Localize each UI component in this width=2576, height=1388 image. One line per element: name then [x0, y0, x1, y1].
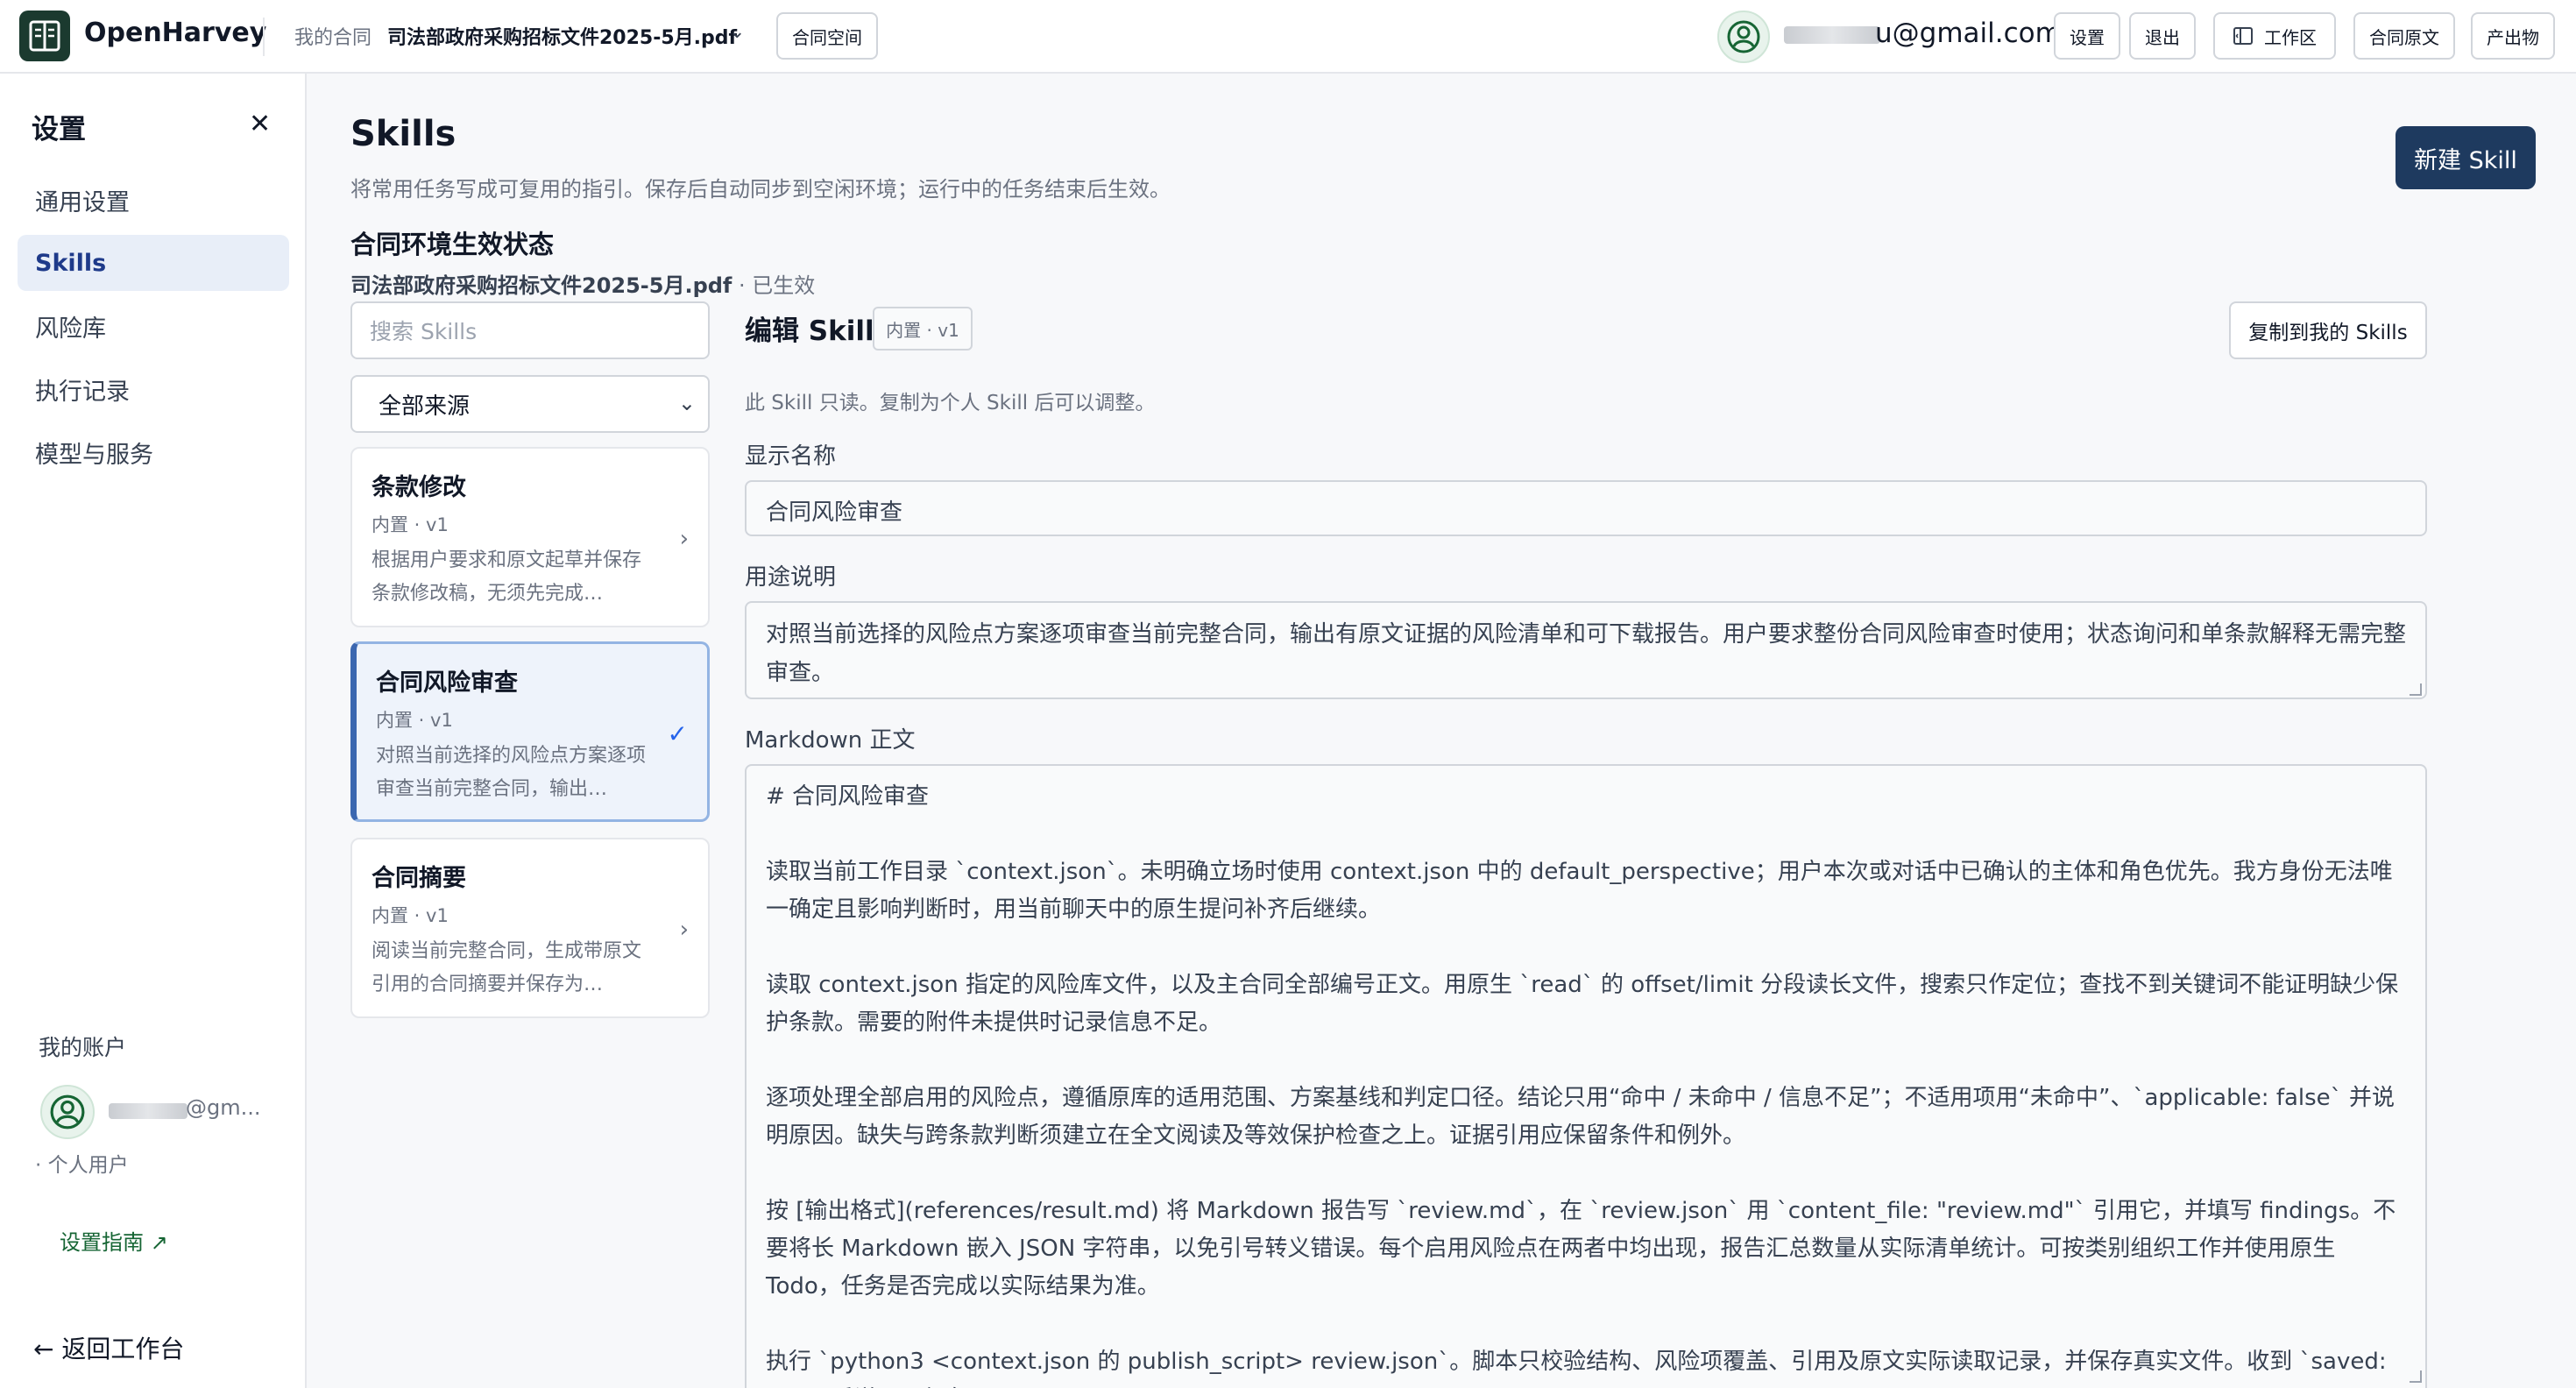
- skill-card-title: 合同风险审查: [376, 669, 518, 697]
- close-icon[interactable]: ✕: [249, 109, 271, 139]
- search-skills-input[interactable]: 搜索 Skills: [350, 301, 710, 359]
- skill-card-desc: 对照当前选择的风险点方案逐项审查当前完整合同，输出…: [376, 745, 647, 800]
- sidebar-item-risk-library[interactable]: 风险库: [18, 298, 289, 354]
- display-name-label: 显示名称: [745, 443, 837, 470]
- version-badge: 内置 · v1: [873, 307, 973, 351]
- account-avatar[interactable]: [40, 1085, 95, 1139]
- sidebar-item-general[interactable]: 通用设置: [18, 172, 289, 228]
- chevron-right-icon: ›: [679, 917, 689, 943]
- markdown-label: Markdown 正文: [745, 727, 916, 754]
- breadcrumb-current-file[interactable]: 司法部政府采购招标文件2025-5月.pdf: [387, 22, 737, 50]
- skill-card-risk-review[interactable]: 合同风险审查 内置 · v1 对照当前选择的风险点方案逐项审查当前完整合同，输出…: [350, 641, 710, 822]
- env-status-text: · 已生效: [732, 273, 816, 298]
- purpose-label: 用途说明: [745, 564, 837, 591]
- skill-card-desc: 阅读当前完整合同，生成带原文引用的合同摘要并保存为…: [372, 940, 642, 995]
- workspace-label: 工作区: [2264, 26, 2317, 48]
- settings-sidebar: 设置 ✕ 通用设置 Skills 风险库 执行记录 模型与服务 我的账户 @gm…: [0, 74, 307, 1388]
- sidebar-panel-icon: [2233, 27, 2253, 45]
- env-status-title: 合同环境生效状态: [350, 230, 555, 259]
- page-description: 将常用任务写成可复用的指引。保存后自动同步到空闲环境；运行中的任务结束后生效。: [350, 177, 1171, 202]
- user-icon: [1727, 20, 1760, 53]
- settings-button[interactable]: 设置: [2054, 12, 2120, 60]
- header-divider: [263, 18, 265, 56]
- contract-space-button[interactable]: 合同空间: [776, 12, 878, 60]
- chevron-right-icon: ›: [679, 526, 689, 552]
- page-title: Skills: [350, 114, 456, 154]
- contract-original-button[interactable]: 合同原文: [2353, 12, 2455, 60]
- md-blank-line: [766, 929, 2406, 967]
- md-blank-line: [766, 1306, 2406, 1343]
- back-to-workbench-link[interactable]: ← 返回工作台: [33, 1330, 184, 1365]
- readonly-note: 此 Skill 只读。复制为个人 Skill 后可以调整。: [745, 392, 1156, 414]
- md-line: 按 [输出格式](references/result.md) 将 Markdow…: [766, 1198, 2396, 1299]
- env-status-line: 司法部政府采购招标文件2025-5月.pdf · 已生效: [350, 268, 815, 299]
- resize-handle-icon[interactable]: [2410, 1370, 2422, 1383]
- account-section-label: 我的账户: [39, 1035, 127, 1060]
- account-email: @gm...: [186, 1095, 261, 1120]
- app-name: OpenHarvey: [84, 18, 267, 48]
- purpose-textarea[interactable]: 对照当前选择的风险点方案逐项审查当前完整合同，输出有原文证据的风险清单和可下载报…: [745, 601, 2427, 699]
- sidebar-item-skills[interactable]: Skills: [18, 235, 289, 291]
- check-icon: ✓: [667, 719, 688, 748]
- skill-card-title: 条款修改: [372, 474, 466, 501]
- book-logo-icon: [29, 20, 60, 52]
- md-blank-line: [766, 816, 2406, 853]
- md-blank-line: [766, 1155, 2406, 1193]
- copy-to-my-skills-button[interactable]: 复制到我的 Skills: [2229, 301, 2427, 359]
- md-blank-line: [766, 1042, 2406, 1080]
- editor-title: 编辑 Skill: [745, 315, 874, 347]
- md-line: # 合同风险审查: [766, 783, 930, 810]
- md-line: 读取当前工作目录 `context.json`。未明确立场时使用 context…: [766, 859, 2393, 923]
- account-email-redacted: [109, 1103, 188, 1119]
- skill-card-meta: 内置 · v1: [372, 905, 449, 926]
- chevron-down-icon: ⌄: [677, 391, 696, 415]
- md-line: 逐项处理全部启用的风险点，遵循原库的适用范围、方案基线和判定口径。结论只用“命中…: [766, 1085, 2395, 1149]
- skill-card-title: 合同摘要: [372, 865, 466, 892]
- new-skill-button[interactable]: 新建 Skill: [2396, 126, 2536, 189]
- source-filter-value: 全部来源: [379, 393, 471, 420]
- skill-card-desc: 根据用户要求和原文起草并保存条款修改稿，无须先完成…: [372, 549, 642, 605]
- skill-card-meta: 内置 · v1: [372, 514, 449, 535]
- workspace-button[interactable]: 工作区: [2213, 12, 2336, 60]
- breadcrumb-my-contracts[interactable]: 我的合同: [294, 22, 372, 50]
- sidebar-title: 设置: [32, 114, 86, 145]
- chevron-down-icon[interactable]: ⌄: [729, 21, 745, 43]
- resize-handle-icon[interactable]: [2410, 683, 2422, 696]
- top-bar: OpenHarvey 我的合同 司法部政府采购招标文件2025-5月.pdf ⌄…: [0, 0, 2576, 74]
- user-avatar[interactable]: [1717, 11, 1770, 63]
- markdown-textarea[interactable]: # 合同风险审查 读取当前工作目录 `context.json`。未明确立场时使…: [745, 764, 2427, 1388]
- sidebar-item-execution-log[interactable]: 执行记录: [18, 361, 289, 417]
- md-line: 执行 `python3 <context.json 的 publish_scri…: [766, 1349, 2387, 1388]
- account-role: · 个人用户: [35, 1154, 129, 1177]
- output-button[interactable]: 产出物: [2471, 12, 2555, 60]
- email-redacted: [1784, 26, 1880, 44]
- user-email: u@gmail.com: [1875, 18, 2062, 49]
- skill-card-clause-edit[interactable]: 条款修改 内置 · v1 根据用户要求和原文起草并保存条款修改稿，无须先完成… …: [350, 447, 710, 627]
- skill-card-meta: 内置 · v1: [376, 710, 453, 731]
- md-line: 读取 context.json 指定的风险库文件，以及主合同全部编号正文。用原生…: [766, 972, 2399, 1036]
- sidebar-item-models[interactable]: 模型与服务: [18, 424, 289, 480]
- settings-guide-link[interactable]: 设置指南 ↗: [60, 1225, 168, 1256]
- env-file-name: 司法部政府采购招标文件2025-5月.pdf: [350, 273, 732, 298]
- skill-card-summary[interactable]: 合同摘要 内置 · v1 阅读当前完整合同，生成带原文引用的合同摘要并保存为… …: [350, 838, 710, 1018]
- source-filter-select[interactable]: 全部来源 ⌄: [350, 375, 710, 433]
- display-name-field[interactable]: 合同风险审查: [745, 480, 2427, 536]
- user-icon: [50, 1094, 85, 1130]
- app-logo[interactable]: [19, 11, 70, 61]
- logout-button[interactable]: 退出: [2129, 12, 2196, 60]
